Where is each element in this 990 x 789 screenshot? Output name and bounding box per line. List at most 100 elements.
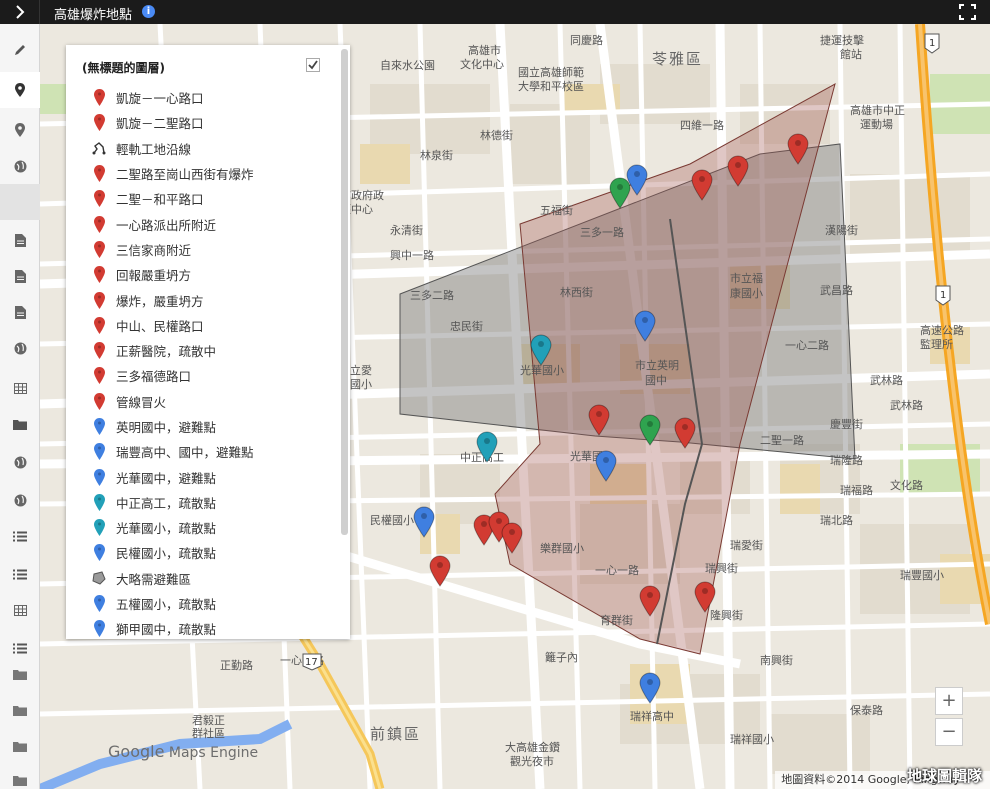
feature-item[interactable]: 光華國小，疏散點 xyxy=(92,515,322,540)
feature-label: 光華國中，避難點 xyxy=(116,470,217,486)
svg-text:永清街: 永清街 xyxy=(390,223,423,237)
svg-text:武昌路: 武昌路 xyxy=(820,284,853,297)
layer-visible-checkbox[interactable] xyxy=(306,58,320,72)
rail-folder-5[interactable] xyxy=(0,762,40,789)
zoom-out-button[interactable]: − xyxy=(935,718,963,746)
rail-folder[interactable] xyxy=(0,406,40,442)
feature-item[interactable]: 一心路派出所附近 xyxy=(92,211,322,236)
rail-doc-1[interactable] xyxy=(0,222,40,258)
folder-icon xyxy=(13,669,27,680)
feature-item[interactable]: 正薪醫院，疏散中 xyxy=(92,338,322,363)
feature-item[interactable]: 中正高工，疏散點 xyxy=(92,490,322,515)
svg-text:隆興街: 隆興街 xyxy=(710,608,743,622)
feature-item[interactable]: 中山、民權路口 xyxy=(92,313,322,338)
svg-text:監理所: 監理所 xyxy=(920,337,953,351)
feature-label: 回報嚴重坍方 xyxy=(116,268,192,284)
folder-icon xyxy=(13,775,27,786)
svg-text:高雄市中正: 高雄市中正 xyxy=(850,103,905,117)
svg-text:籬子內: 籬子內 xyxy=(545,650,578,664)
svg-text:武林路: 武林路 xyxy=(890,398,923,412)
rail-folder-4[interactable] xyxy=(0,728,40,764)
feature-label: 三多福德路口 xyxy=(116,369,192,385)
rail-marker-selected[interactable] xyxy=(0,72,40,108)
feature-item[interactable]: 英明國中，避難點 xyxy=(92,414,322,439)
feature-item[interactable]: 大略需避難區 xyxy=(92,566,322,591)
rail-folder-2[interactable] xyxy=(0,656,40,692)
feature-label: 二聖－和平路口 xyxy=(116,192,204,208)
svg-text:瑞愛街: 瑞愛街 xyxy=(730,538,763,552)
feature-item[interactable]: 輕軌工地沿線 xyxy=(92,136,322,161)
svg-text:興中一路: 興中一路 xyxy=(390,249,434,262)
feature-item[interactable]: 二聖－和平路口 xyxy=(92,186,322,211)
svg-text:高雄市: 高雄市 xyxy=(468,43,501,57)
zoom-in-button[interactable]: + xyxy=(935,687,963,715)
svg-text:瑞祥高中: 瑞祥高中 xyxy=(630,709,674,723)
svg-text:忠民街: 忠民街 xyxy=(450,319,483,333)
feature-item[interactable]: 獅甲國中，疏散點 xyxy=(92,616,322,639)
folder-icon xyxy=(13,419,27,430)
svg-text:南興街: 南興街 xyxy=(760,653,793,667)
svg-text:正勤路: 正勤路 xyxy=(220,659,253,672)
rail-table[interactable] xyxy=(0,370,40,406)
rail-doc-2[interactable] xyxy=(0,258,40,294)
feature-item[interactable]: 回報嚴重坍方 xyxy=(92,262,322,287)
feature-label: 三信家商附近 xyxy=(116,242,192,258)
svg-text:苓雅區: 苓雅區 xyxy=(652,50,703,68)
feature-label: 光華國小，疏散點 xyxy=(116,521,217,537)
rail-globe-2[interactable] xyxy=(0,330,40,366)
expand-panel-button[interactable] xyxy=(0,0,40,24)
svg-text:武林路: 武林路 xyxy=(870,373,903,387)
layer-panel: (無標題的圖層) 凱旋－一心路口凱旋－二聖路口 輕軌工地沿線 二聖路至崗山西街有爆炸… xyxy=(66,45,350,639)
rail-folder-3[interactable] xyxy=(0,692,40,728)
feature-item[interactable]: 三信家商附近 xyxy=(92,237,322,262)
info-icon[interactable]: i xyxy=(142,5,155,18)
folder-icon xyxy=(13,741,27,752)
rail-doc-3[interactable] xyxy=(0,294,40,330)
svg-text:林泉街: 林泉街 xyxy=(420,148,453,162)
table-icon xyxy=(13,604,27,616)
blue-pin-icon xyxy=(92,619,106,639)
feature-item[interactable]: 民權國小，疏散點 xyxy=(92,540,322,565)
maps-engine-app: 高雄爆炸地點 i 同慶路 林德街 五福街 三多一路 三多二路 忠民街 林西街 一… xyxy=(0,0,990,789)
feature-item[interactable]: 三多福德路口 xyxy=(92,363,322,388)
feature-item[interactable]: 凱旋－二聖路口 xyxy=(92,110,322,135)
feature-item[interactable]: 二聖路至崗山西街有爆炸 xyxy=(92,161,322,186)
svg-text:市立福: 市立福 xyxy=(730,271,763,285)
svg-text:瑞祥國小: 瑞祥國小 xyxy=(730,732,774,746)
svg-text:保泰路: 保泰路 xyxy=(850,703,883,717)
feature-label: 凱旋－一心路口 xyxy=(116,91,204,107)
fullscreen-icon[interactable] xyxy=(959,4,976,20)
marker-icon xyxy=(15,83,25,97)
svg-text:林德街: 林德街 xyxy=(480,128,513,142)
svg-text:立愛: 立愛 xyxy=(350,363,372,377)
rail-list-2[interactable] xyxy=(0,556,40,592)
feature-item[interactable]: 光華國中，避難點 xyxy=(92,464,322,489)
feature-item[interactable]: 瑞豐高中、國中，避難點 xyxy=(92,439,322,464)
feature-item[interactable]: 五權國小，疏散點 xyxy=(92,591,322,616)
feature-item[interactable]: 凱旋－一心路口 xyxy=(92,85,322,110)
panel-scrollbar[interactable] xyxy=(341,49,348,535)
layer-title[interactable]: (無標題的圖層) xyxy=(82,59,165,76)
svg-text:育群街: 育群街 xyxy=(600,613,633,627)
red-pin-icon xyxy=(92,315,106,335)
svg-text:國中: 國中 xyxy=(645,374,667,387)
feature-label: 大略需避難區 xyxy=(116,571,192,587)
rail-globe-4[interactable] xyxy=(0,482,40,518)
edit-pencil-button[interactable] xyxy=(0,32,40,68)
rail-globe[interactable] xyxy=(0,148,40,184)
feature-label: 英明國中，避難點 xyxy=(116,420,217,435)
red-pin-icon xyxy=(92,214,106,234)
svg-text:觀光夜市: 觀光夜市 xyxy=(510,754,554,768)
feature-item[interactable]: 爆炸，嚴重坍方 xyxy=(92,287,322,312)
red-pin-icon xyxy=(92,88,106,108)
rail-list-1[interactable] xyxy=(0,518,40,554)
rail-marker[interactable] xyxy=(0,112,40,148)
red-pin-icon xyxy=(92,265,106,285)
globe-icon xyxy=(14,160,26,172)
rail-globe-3[interactable] xyxy=(0,444,40,480)
rail-table-2[interactable] xyxy=(0,592,40,628)
svg-text:國小: 國小 xyxy=(350,378,372,391)
svg-text:一心二路: 一心二路 xyxy=(785,339,829,352)
svg-text:捷運技擊: 捷運技擊 xyxy=(820,33,864,47)
feature-item[interactable]: 管線冒火 xyxy=(92,389,322,414)
